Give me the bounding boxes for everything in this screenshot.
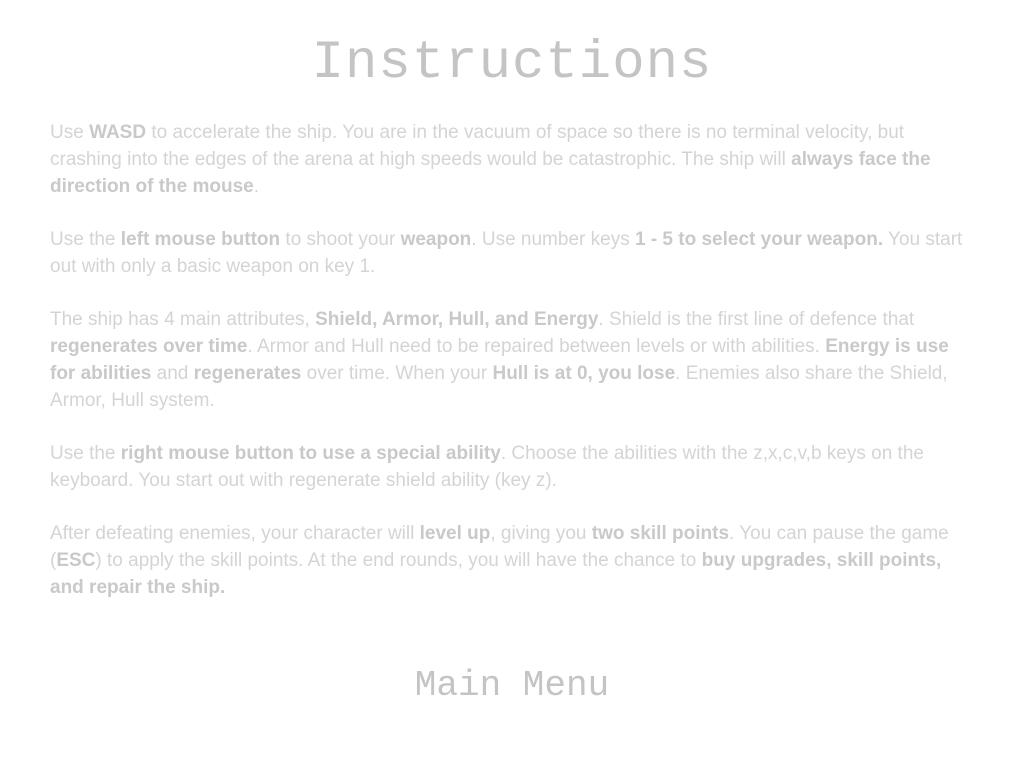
emphasized-text: ESC bbox=[56, 550, 96, 571]
emphasized-text: right mouse button to use a special abil… bbox=[120, 443, 501, 464]
emphasized-text: regenerates over time bbox=[50, 336, 248, 357]
emphasized-text: regenerates bbox=[193, 363, 302, 384]
instruction-text: Use bbox=[50, 122, 90, 143]
emphasized-text: Hull is at 0, you lose bbox=[492, 363, 676, 384]
instruction-text: After defeating enemies, your character … bbox=[50, 523, 420, 544]
emphasized-text: left mouse button bbox=[120, 229, 281, 250]
emphasized-text: Shield, Armor, Hull, and Energy bbox=[315, 309, 599, 330]
instruction-paragraph-attributes: The ship has 4 main attributes, Shield, … bbox=[50, 306, 975, 414]
instruction-text: Use the bbox=[50, 229, 121, 250]
instruction-paragraph-leveling: After defeating enemies, your character … bbox=[50, 520, 975, 601]
instructions-screen: Instructions Use WASD to accelerate the … bbox=[0, 0, 1024, 768]
instruction-text: . Armor and Hull need to be repaired bet… bbox=[247, 336, 826, 357]
instruction-text: . Use number keys bbox=[471, 229, 635, 250]
instruction-text: to shoot your bbox=[280, 229, 401, 250]
instruction-text: . Shield is the first line of defence th… bbox=[598, 309, 915, 330]
instruction-paragraph-abilities: Use the right mouse button to use a spec… bbox=[50, 440, 975, 494]
instructions-body: Use WASD to accelerate the ship. You are… bbox=[50, 119, 975, 627]
instruction-text: to accelerate the ship. You are in the v… bbox=[50, 122, 905, 170]
instruction-paragraph-weapons: Use the left mouse button to shoot your … bbox=[50, 226, 975, 280]
main-menu-button[interactable]: Main Menu bbox=[312, 662, 712, 710]
instruction-paragraph-movement: Use WASD to accelerate the ship. You are… bbox=[50, 119, 975, 200]
instruction-text: ) to apply the skill points. At the end … bbox=[95, 550, 702, 571]
instruction-text: . bbox=[253, 176, 260, 197]
instruction-text: Use the bbox=[50, 443, 121, 464]
emphasized-text: weapon bbox=[400, 229, 472, 250]
emphasized-text: two skill points bbox=[591, 523, 730, 544]
instruction-text: The ship has 4 main attributes, bbox=[50, 309, 316, 330]
emphasized-text: 1 - 5 to select your weapon. bbox=[634, 229, 884, 250]
instruction-text: over time. When your bbox=[301, 363, 493, 384]
page-title: Instructions bbox=[311, 33, 713, 94]
instruction-text: , giving you bbox=[490, 523, 592, 544]
emphasized-text: level up bbox=[419, 523, 491, 544]
instruction-text: and bbox=[151, 363, 194, 384]
emphasized-text: WASD bbox=[89, 122, 147, 143]
